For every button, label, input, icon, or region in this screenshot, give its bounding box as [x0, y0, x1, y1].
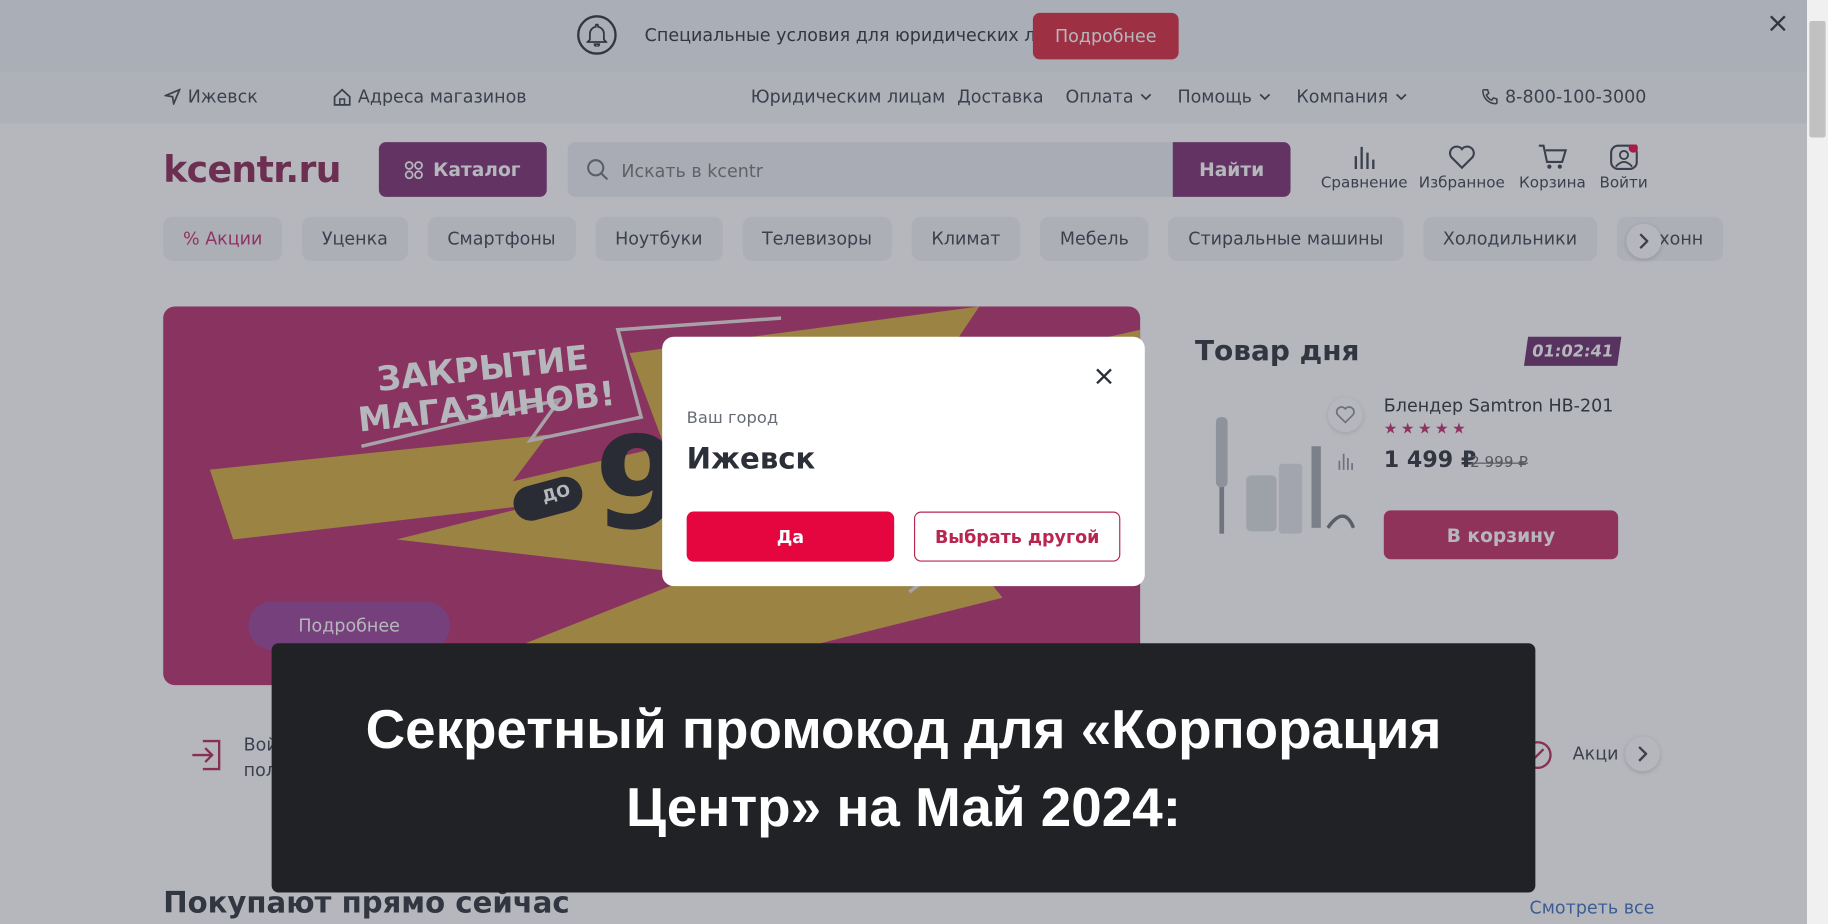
modal-label: Ваш город — [686, 408, 779, 428]
scrollbar[interactable] — [1806, 0, 1828, 924]
modal-city: Ижевск — [686, 441, 816, 476]
scroll-thumb[interactable] — [1809, 20, 1826, 138]
choose-other-city-button[interactable]: Выбрать другой — [913, 511, 1121, 562]
confirm-city-button[interactable]: Да — [686, 511, 895, 562]
promo-caption-text: Секретный промокод для «Корпорация Центр… — [365, 697, 1442, 838]
promo-caption: Секретный промокод для «Корпорация Центр… — [271, 643, 1536, 893]
close-icon[interactable] — [1095, 367, 1114, 390]
page: Специальные условия для юридических лиц … — [0, 0, 1807, 924]
city-confirm-modal: Ваш город Ижевск Да Выбрать другой — [662, 336, 1145, 587]
